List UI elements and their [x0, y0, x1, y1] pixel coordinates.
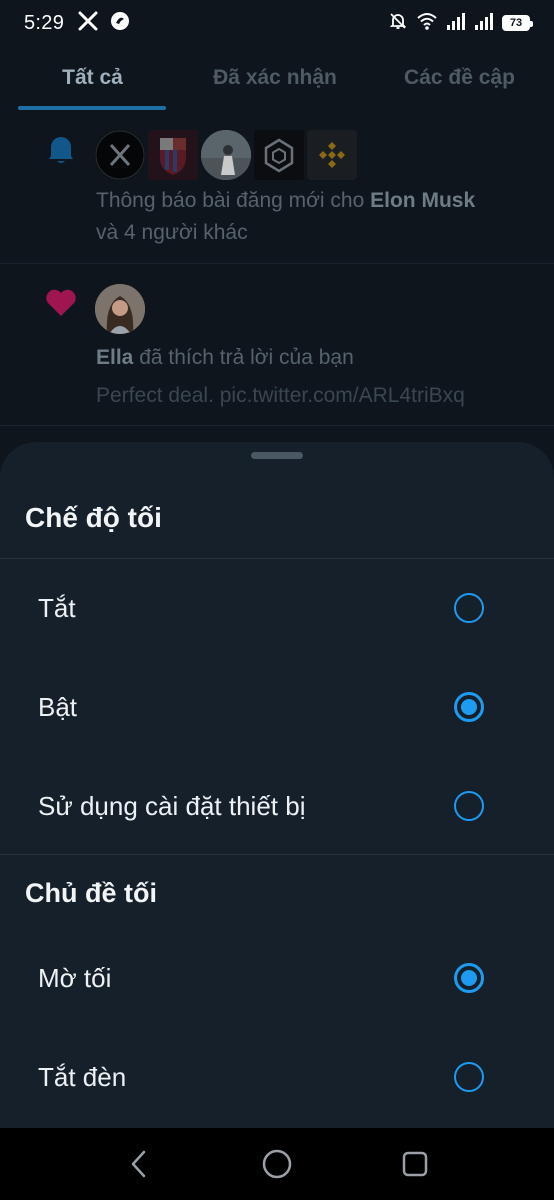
- tab-label: Các đề cập: [404, 66, 515, 89]
- radio-checked[interactable]: [454, 963, 484, 993]
- theme-section-title: Chủ đề tối: [25, 878, 157, 908]
- home-icon[interactable]: [252, 1139, 302, 1189]
- radio-unchecked[interactable]: [454, 593, 484, 623]
- heart-icon: [44, 286, 78, 323]
- cube-logo-avatar[interactable]: [254, 130, 304, 180]
- notification-item[interactable]: Ella đã thích trả lời của bạn Perfect de…: [0, 266, 554, 426]
- recents-icon[interactable]: [390, 1139, 440, 1189]
- option-label: Sử dụng cài đặt thiết bị: [38, 790, 306, 821]
- notification-text: Thông báo bài đăng mới cho Elon Musk và …: [96, 185, 524, 249]
- wifi-icon: [416, 11, 438, 36]
- bell-off-icon: [388, 11, 408, 36]
- person-avatar[interactable]: [201, 130, 251, 180]
- status-time: 5:29: [24, 11, 65, 34]
- tab-mentions[interactable]: Các đề cập: [365, 46, 554, 110]
- dark-mode-sheet: Chế độ tối Tắt Bật Sử dụng cài đặt thiết…: [0, 442, 554, 1128]
- divider: [0, 854, 554, 855]
- notification-subtext: Perfect deal. pic.twitter.com/ARL4triBxq: [96, 384, 465, 407]
- option-label: Tắt đèn: [38, 1061, 127, 1092]
- option-lights-out[interactable]: Tắt đèn: [0, 1028, 554, 1126]
- option-label: Tắt: [38, 592, 76, 623]
- sheet-drag-handle[interactable]: [251, 452, 303, 459]
- option-off[interactable]: Tắt: [0, 559, 554, 657]
- bell-icon: [44, 132, 78, 171]
- battery-icon: 73: [502, 15, 533, 31]
- signal-icon: [474, 12, 494, 35]
- ella-avatar[interactable]: [95, 284, 145, 334]
- avatar-group: [95, 130, 357, 180]
- app-icon: [110, 11, 130, 36]
- option-label: Bật: [38, 691, 78, 722]
- avatar-group: [95, 284, 145, 334]
- tab-label: Đã xác nhận: [213, 66, 337, 89]
- tab-verified[interactable]: Đã xác nhận: [185, 46, 365, 110]
- notification-text: Ella đã thích trả lời của bạn: [96, 342, 524, 374]
- notification-item[interactable]: Thông báo bài đăng mới cho Elon Musk và …: [0, 112, 554, 264]
- sheet-title: Chế độ tối: [25, 502, 162, 533]
- option-use-device-settings[interactable]: Sử dụng cài đặt thiết bị: [0, 757, 554, 855]
- radio-unchecked[interactable]: [454, 791, 484, 821]
- active-tab-indicator: [18, 106, 166, 110]
- notification-user-name[interactable]: Elon Musk: [370, 189, 475, 212]
- tab-label: Tất cả: [62, 66, 123, 89]
- notification-text-prefix: Thông báo bài đăng mới cho: [96, 189, 371, 212]
- radio-checked[interactable]: [454, 692, 484, 722]
- system-nav-bar: [0, 1128, 554, 1200]
- option-label: Mờ tối: [38, 962, 112, 993]
- radio-dot: [461, 699, 477, 715]
- fc-barcelona-avatar[interactable]: [148, 130, 198, 180]
- back-icon[interactable]: [114, 1139, 164, 1189]
- notification-tabs: Tất cả Đã xác nhận Các đề cập: [0, 46, 554, 110]
- notification-text-suffix: và 4 người khác: [96, 221, 248, 244]
- notification-text-suffix: đã thích trả lời của bạn: [133, 346, 354, 369]
- x-logo-icon: [78, 11, 98, 36]
- radio-dot: [461, 970, 477, 986]
- notification-user-name[interactable]: Ella: [96, 346, 133, 369]
- option-on[interactable]: Bật: [0, 658, 554, 756]
- option-dim[interactable]: Mờ tối: [0, 929, 554, 1027]
- tab-all[interactable]: Tất cả: [0, 46, 185, 110]
- signal-icon: [446, 12, 466, 35]
- binance-logo-avatar[interactable]: [307, 130, 357, 180]
- radio-unchecked[interactable]: [454, 1062, 484, 1092]
- status-bar: 5:29 73: [0, 0, 554, 46]
- x-logo-avatar[interactable]: [95, 130, 145, 180]
